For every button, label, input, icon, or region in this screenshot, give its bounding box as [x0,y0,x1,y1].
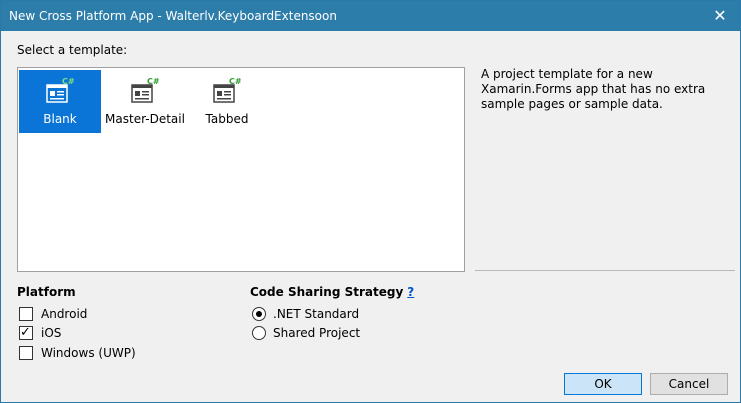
platform-option-ios[interactable]: ✓ iOS [19,324,62,340]
select-template-label: Select a template: [17,43,128,57]
window-title: New Cross Platform App - Walterlv.Keyboa… [9,9,337,23]
code-sharing-heading: Code Sharing Strategy [250,285,404,299]
template-tile-master-detail[interactable]: C# Master-Detail [104,70,186,133]
platform-option-android[interactable]: Android [19,307,87,321]
code-sharing-help-link[interactable]: ? [407,285,414,299]
svg-text:C#: C# [62,77,75,86]
template-tile-blank[interactable]: C# Blank [19,70,101,133]
ios-checkbox[interactable]: ✓ [19,324,33,340]
code-sharing-option-netstandard[interactable]: .NET Standard [252,307,359,321]
svg-text:C#: C# [147,77,160,86]
platform-option-uwp[interactable]: Windows (UWP) [19,346,136,360]
template-label-blank: Blank [43,112,77,126]
description-divider [475,270,735,271]
csharp-page-template-icon: C# [46,77,75,103]
uwp-checkbox[interactable] [19,346,33,360]
template-tile-tabbed[interactable]: C# Tabbed [186,70,268,133]
radio-selected-dot [256,311,262,317]
ok-button[interactable]: OK [564,373,642,395]
ios-label: iOS [41,326,62,340]
csharp-page-template-icon: C# [213,77,242,103]
template-label-tabbed: Tabbed [205,112,249,126]
netstandard-label: .NET Standard [273,307,360,321]
title-bar: New Cross Platform App - Walterlv.Keyboa… [1,1,740,31]
platform-heading: Platform [17,285,76,299]
csharp-page-template-icon: C# [131,77,160,103]
svg-text:C#: C# [229,77,242,86]
code-sharing-option-shared-project[interactable]: Shared Project [252,326,360,340]
close-icon[interactable]: ✕ [706,4,734,28]
uwp-label: Windows (UWP) [41,346,136,360]
template-label-master-detail: Master-Detail [105,112,185,126]
android-label: Android [41,307,88,321]
template-description: A project template for a new Xamarin.For… [481,67,706,111]
android-checkbox[interactable] [19,307,33,321]
cancel-button[interactable]: Cancel [650,373,728,395]
netstandard-radio[interactable] [252,307,266,321]
code-sharing-heading-row: Code Sharing Strategy ? [250,285,414,299]
checkmark-icon: ✓ [20,324,31,339]
template-list: C# Blank C# Master-Detail C# Tabbed [17,67,465,272]
shared-project-label: Shared Project [273,326,361,340]
shared-project-radio[interactable] [252,326,266,340]
